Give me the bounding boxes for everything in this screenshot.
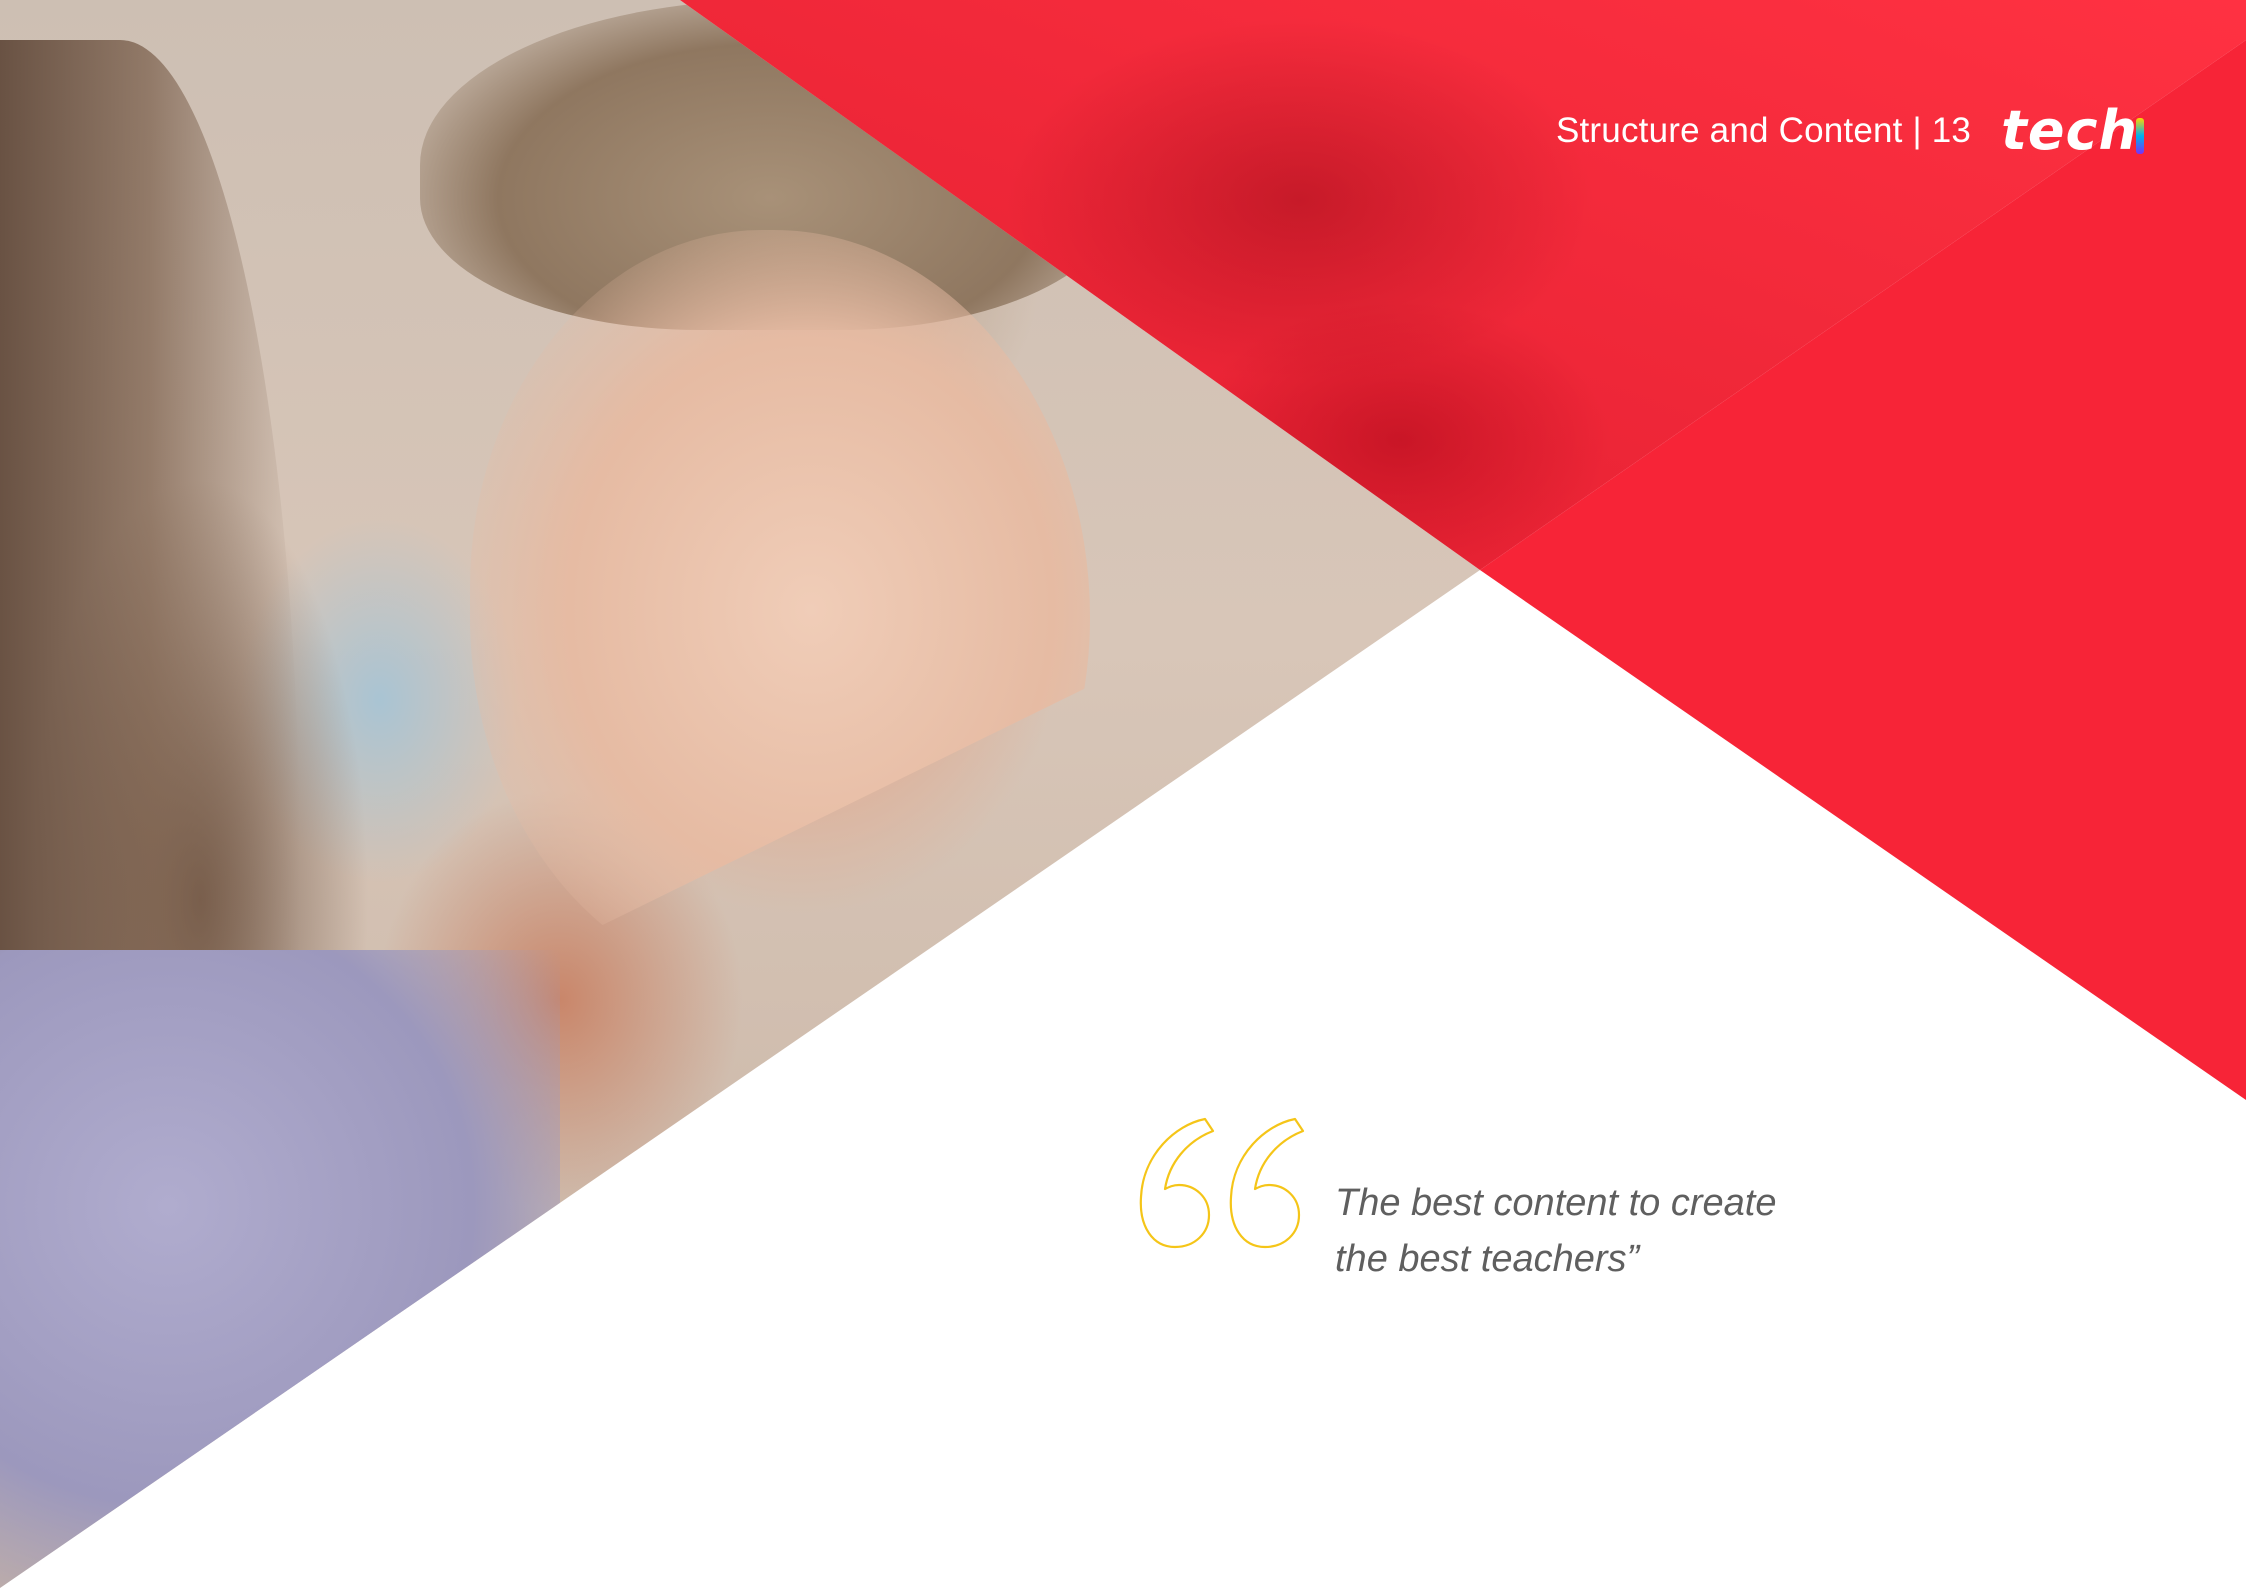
- logo-text: tech: [2001, 99, 2138, 162]
- quote-line-1: The best content to create: [1335, 1182, 1777, 1224]
- pull-quote: The best content to create the best teac…: [1135, 1115, 1777, 1287]
- header-separator: |: [1912, 111, 1922, 150]
- logo-color-accent: [2136, 118, 2144, 154]
- photo-teacher-face: [470, 230, 1090, 990]
- quote-text: The best content to create the best teac…: [1335, 1175, 1777, 1287]
- brochure-page: Structure and Content | 13 tech The best…: [0, 0, 2246, 1588]
- header-title: Structure and Content | 13: [1556, 111, 1971, 151]
- page-number: 13: [1931, 111, 1972, 150]
- page-header: Structure and Content | 13 tech: [1556, 104, 2144, 158]
- tech-logo: tech: [2001, 104, 2144, 158]
- open-quote-icon: [1139, 1117, 1305, 1249]
- photo-student-shirt: [0, 950, 560, 1588]
- quote-line-2: the best teachers”: [1335, 1238, 1640, 1280]
- section-title: Structure and Content: [1555, 111, 1903, 150]
